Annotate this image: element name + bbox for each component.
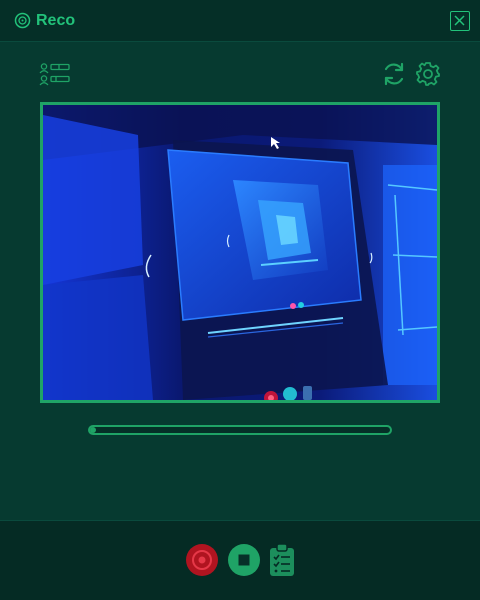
stop-button[interactable] [228,544,260,576]
record-icon [192,550,212,570]
user-list-icon[interactable] [38,62,72,88]
title-bar: Reco [0,0,480,42]
camera-preview [40,102,440,403]
refresh-icon[interactable] [381,61,407,87]
close-icon [454,15,465,26]
app-title: Reco [36,12,76,29]
record-button[interactable] [186,544,218,576]
camera-preview-image [43,105,437,400]
gear-icon[interactable] [415,61,441,87]
stop-icon [238,554,250,566]
clipboard-list-icon[interactable] [268,543,296,577]
progress-fill [90,427,96,433]
progress-bar [88,425,392,435]
close-button[interactable] [450,11,470,31]
target-logo-icon [14,12,31,29]
